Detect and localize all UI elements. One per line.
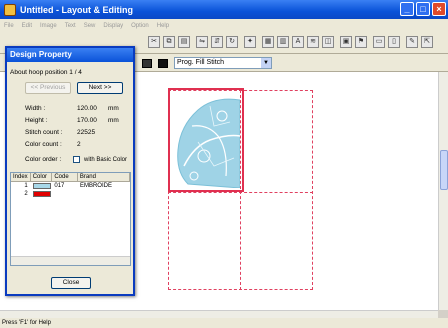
color-order-label: Color order : [25, 156, 62, 163]
chevron-down-icon[interactable]: ▼ [261, 58, 271, 68]
dialog-title: Design Property [7, 48, 133, 62]
row-code [52, 190, 78, 198]
text-icon[interactable]: A [292, 36, 304, 48]
menu-sew[interactable]: Sew [84, 23, 96, 29]
menu-option[interactable]: Option [131, 23, 149, 29]
menubar: File Edit Image Text Sew Display Option … [0, 19, 448, 32]
monitor-icon[interactable]: ▭ [373, 36, 385, 48]
stitch-count-value: 22525 [77, 129, 96, 136]
menu-file[interactable]: File [4, 23, 14, 29]
width-label: Width : [25, 105, 46, 112]
row-code: 017 [54, 183, 65, 189]
paste-icon[interactable]: ▤ [178, 36, 190, 48]
menu-display[interactable]: Display [103, 23, 123, 29]
chart-icon[interactable]: ▥ [277, 36, 289, 48]
height-value: 170.00 [77, 117, 97, 124]
col-color[interactable]: Color [31, 173, 53, 181]
table-header: Index Color Code Brand [11, 173, 130, 182]
maximize-button[interactable]: □ [416, 2, 430, 16]
status-text: Press 'F1' for Help [2, 320, 51, 326]
mirror-icon[interactable]: ⇋ [196, 36, 208, 48]
window-title: Untitled - Layout & Editing [20, 4, 133, 15]
width-value: 120.00 [77, 105, 97, 112]
height-unit: mm [108, 117, 119, 124]
height-label: Height : [25, 117, 48, 124]
app-icon [4, 3, 16, 16]
align-icon[interactable]: ▦ [262, 36, 274, 48]
next-button[interactable]: Next >> [77, 82, 123, 94]
hoop-divider-horizontal [168, 192, 313, 193]
col-index[interactable]: Index [11, 173, 31, 181]
close-button[interactable]: Close [51, 277, 91, 289]
status-bar: Press 'F1' for Help [0, 318, 448, 328]
lace-design[interactable] [174, 96, 240, 188]
horizontal-scrollbar[interactable] [0, 310, 438, 318]
width-unit: mm [108, 105, 119, 112]
col-brand[interactable]: Brand [78, 173, 130, 181]
display-icon[interactable]: ▯ [388, 36, 400, 48]
row-brand [78, 190, 130, 198]
hoop-position-label: About hoop position 1 / 4 [10, 69, 82, 76]
stitch-icon[interactable]: ≋ [307, 36, 319, 48]
close-window-button[interactable]: × [432, 2, 446, 16]
color-count-value: 2 [77, 141, 81, 148]
menu-help[interactable]: Help [157, 23, 169, 29]
flip-icon[interactable]: ⇵ [211, 36, 223, 48]
export-icon[interactable]: ⇱ [421, 36, 433, 48]
row-brand: EMBROIDE [79, 183, 112, 189]
table-row[interactable]: 1 017 EMBROIDE [11, 182, 130, 190]
copy-icon[interactable]: ⧉ [163, 36, 175, 48]
basic-color-checkbox[interactable] [73, 156, 80, 163]
sew-order-icon[interactable]: ⚑ [355, 36, 367, 48]
previous-button[interactable]: << Previous [25, 82, 71, 94]
minimize-button[interactable]: _ [400, 2, 414, 16]
menu-image[interactable]: Image [40, 23, 57, 29]
color-table: Index Color Code Brand 1 017 EMBROIDE 2 [10, 172, 131, 266]
cut-icon[interactable]: ✂ [148, 36, 160, 48]
window-titlebar: Untitled - Layout & Editing _ □ × [0, 0, 448, 19]
color-count-label: Color count : [25, 141, 62, 148]
basic-color-label: with Basic Color [84, 157, 128, 163]
preview-icon[interactable]: ▣ [340, 36, 352, 48]
col-code[interactable]: Code [52, 173, 78, 181]
fill-color-swatch[interactable] [158, 59, 168, 68]
menu-edit[interactable]: Edit [22, 23, 32, 29]
rotate-icon[interactable]: ↻ [226, 36, 238, 48]
row-index: 1 [24, 183, 28, 189]
stitch-count-label: Stitch count : [25, 129, 63, 136]
hoop-icon[interactable]: ◫ [322, 36, 334, 48]
fill-stitch-value: Prog. Fill Stitch [177, 59, 225, 66]
table-row[interactable]: 2 [11, 190, 130, 198]
row-index: 2 [24, 191, 28, 197]
vertical-scrollbar[interactable] [438, 72, 448, 310]
color-swatch [32, 183, 51, 189]
line-color-swatch[interactable] [142, 59, 152, 68]
menu-text[interactable]: Text [65, 23, 76, 29]
design-property-dialog: Design Property About hoop position 1 / … [5, 46, 135, 296]
wand-icon[interactable]: ✦ [244, 36, 256, 48]
fill-stitch-select[interactable]: Prog. Fill Stitch ▼ [174, 57, 272, 69]
color-swatch [32, 191, 51, 197]
brush-icon[interactable]: ✎ [406, 36, 418, 48]
table-horizontal-scrollbar[interactable] [11, 256, 130, 265]
vertical-scroll-thumb[interactable] [440, 150, 448, 190]
